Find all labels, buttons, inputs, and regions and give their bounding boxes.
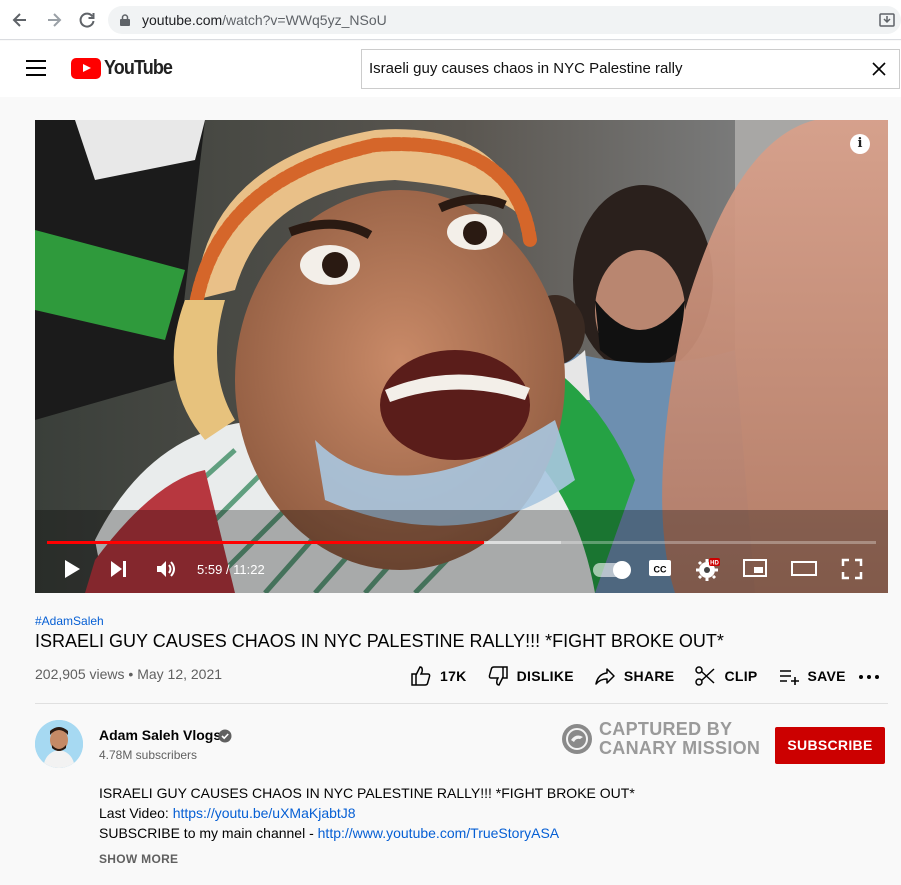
info-icon[interactable]: i bbox=[850, 134, 870, 154]
browser-toolbar: youtube.com/watch?v=WWq5yz_NSoU bbox=[0, 0, 901, 40]
back-arrow-icon[interactable] bbox=[10, 10, 30, 30]
action-bar: 17K DISLIKE SHARE CLIP SAVE bbox=[410, 664, 866, 688]
subscribe-button[interactable]: SUBSCRIBE bbox=[775, 727, 885, 764]
more-options-icon[interactable] bbox=[858, 674, 880, 680]
video-meta: 202,905 views • May 12, 2021 bbox=[35, 666, 222, 682]
scissors-icon bbox=[695, 666, 715, 686]
add-to-playlist-icon bbox=[779, 670, 799, 685]
main-channel-link[interactable]: http://www.youtube.com/TrueStoryASA bbox=[318, 825, 559, 841]
clip-label: CLIP bbox=[724, 668, 758, 684]
svg-text:HD: HD bbox=[710, 561, 719, 567]
thumbs-up-icon bbox=[411, 666, 431, 686]
play-icon[interactable] bbox=[61, 558, 83, 580]
youtube-play-logo-icon bbox=[71, 58, 101, 79]
video-player[interactable]: i 5:59 / 11:22 CC HD bbox=[35, 120, 888, 593]
miniplayer-icon[interactable] bbox=[743, 558, 767, 578]
search-input[interactable]: Israeli guy causes chaos in NYC Palestin… bbox=[361, 49, 900, 89]
video-title: ISRAELI GUY CAUSES CHAOS IN NYC PALESTIN… bbox=[35, 631, 724, 651]
like-button[interactable]: 17K bbox=[410, 665, 467, 687]
upload-date: May 12, 2021 bbox=[137, 666, 223, 682]
volume-icon[interactable] bbox=[155, 558, 179, 580]
share-button[interactable]: SHARE bbox=[594, 665, 675, 687]
avatar[interactable] bbox=[35, 720, 83, 768]
url-text: youtube.com/watch?v=WWq5yz_NSoU bbox=[142, 12, 387, 28]
description-line-2: Last Video: https://youtu.be/uXMaKjabtJ8 bbox=[99, 803, 635, 823]
watermark-line-1: CAPTURED BY bbox=[599, 719, 733, 739]
channel-name[interactable]: Adam Saleh Vlogs bbox=[99, 727, 221, 743]
canary-mission-watermark: CAPTURED BY CANARY MISSION bbox=[562, 720, 760, 758]
url-path: /watch?v=WWq5yz_NSoU bbox=[222, 12, 387, 28]
youtube-logo[interactable]: YouTube bbox=[71, 57, 180, 80]
progress-bar[interactable] bbox=[47, 541, 876, 544]
hamburger-menu-icon[interactable] bbox=[26, 60, 46, 76]
show-more-button[interactable]: SHOW MORE bbox=[99, 852, 178, 866]
search-query: Israeli guy causes chaos in NYC Palestin… bbox=[369, 60, 683, 77]
logo-text: YouTube bbox=[104, 57, 173, 79]
watermark-text: CAPTURED BY CANARY MISSION bbox=[599, 720, 760, 758]
lock-icon bbox=[120, 14, 130, 26]
settings-gear-icon[interactable]: HD bbox=[695, 556, 721, 582]
thumbs-down-icon bbox=[488, 666, 508, 686]
player-controls: 5:59 / 11:22 CC HD bbox=[35, 550, 888, 590]
description-line-1: ISRAELI GUY CAUSES CHAOS IN NYC PALESTIN… bbox=[99, 785, 635, 801]
share-label: SHARE bbox=[623, 668, 675, 684]
clip-button[interactable]: CLIP bbox=[694, 665, 757, 687]
divider bbox=[35, 703, 888, 704]
description-line-2-label: Last Video: bbox=[99, 805, 173, 821]
like-count: 17K bbox=[440, 668, 467, 684]
hashtag-link[interactable]: #AdamSaleh bbox=[35, 614, 104, 628]
video-frame bbox=[35, 120, 888, 593]
watermark-line-2: CANARY MISSION bbox=[599, 738, 761, 758]
video-description: ISRAELI GUY CAUSES CHAOS IN NYC PALESTIN… bbox=[99, 783, 635, 843]
canary-mission-logo-icon bbox=[562, 724, 592, 754]
share-arrow-icon bbox=[595, 668, 615, 685]
verified-badge-icon bbox=[218, 729, 232, 743]
save-button[interactable]: SAVE bbox=[778, 665, 846, 687]
close-icon[interactable] bbox=[869, 59, 889, 79]
forward-arrow-icon[interactable] bbox=[44, 10, 64, 30]
description-line-3-label: SUBSCRIBE to my main channel - bbox=[99, 825, 318, 841]
fullscreen-icon[interactable] bbox=[841, 558, 863, 580]
view-count: 202,905 views bbox=[35, 666, 125, 682]
url-host: youtube.com bbox=[142, 12, 223, 28]
dislike-label: DISLIKE bbox=[516, 668, 574, 684]
svg-text:CC: CC bbox=[654, 565, 667, 575]
meta-separator: • bbox=[128, 666, 134, 682]
captions-icon[interactable]: CC bbox=[648, 558, 672, 578]
youtube-header: YouTube Israeli guy causes chaos in NYC … bbox=[0, 41, 901, 97]
download-icon[interactable] bbox=[879, 12, 895, 28]
theater-mode-icon[interactable] bbox=[791, 558, 817, 578]
save-label: SAVE bbox=[807, 668, 846, 684]
autoplay-toggle[interactable] bbox=[593, 561, 631, 579]
description-line-3: SUBSCRIBE to my main channel - http://ww… bbox=[99, 823, 635, 843]
next-icon[interactable] bbox=[109, 558, 129, 580]
address-bar[interactable]: youtube.com/watch?v=WWq5yz_NSoU bbox=[108, 6, 901, 34]
time-display: 5:59 / 11:22 bbox=[197, 562, 265, 577]
progress-played bbox=[47, 541, 484, 544]
dislike-button[interactable]: DISLIKE bbox=[487, 665, 574, 687]
last-video-link[interactable]: https://youtu.be/uXMaKjabtJ8 bbox=[173, 805, 356, 821]
subscriber-count: 4.78M subscribers bbox=[99, 748, 198, 762]
reload-icon[interactable] bbox=[77, 10, 97, 30]
channel-avatar-image bbox=[35, 720, 83, 768]
